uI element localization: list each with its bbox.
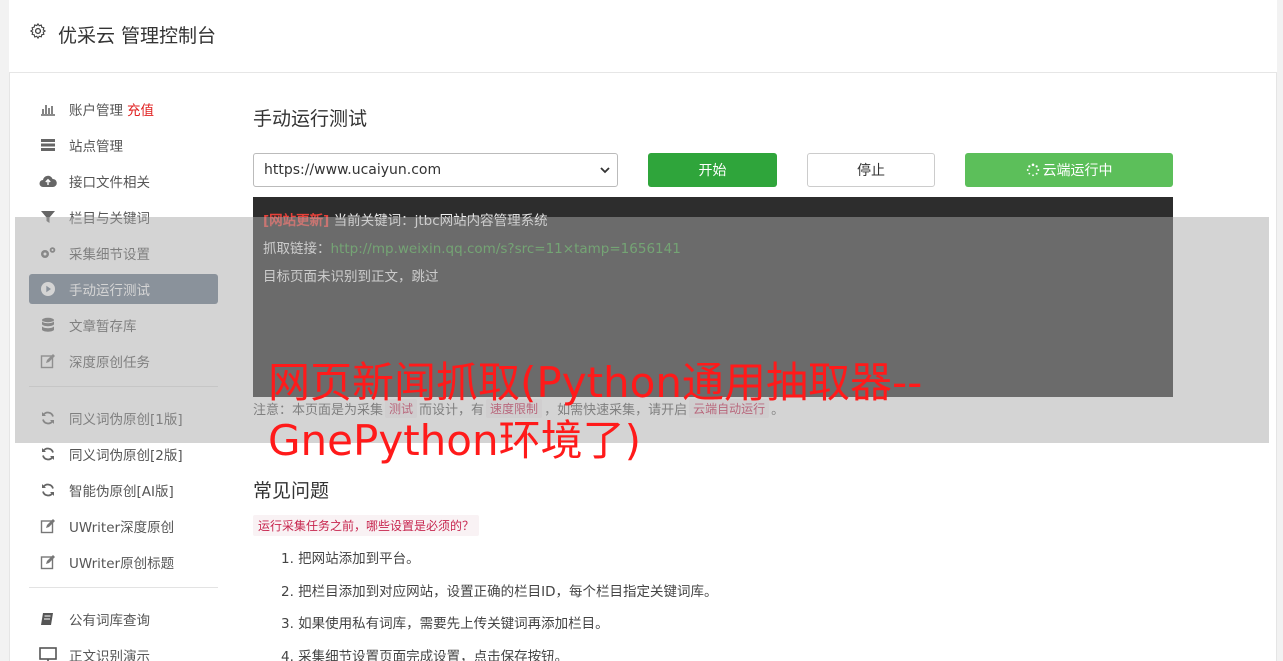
start-button[interactable]: 开始 <box>648 153 777 187</box>
sidebar-item-label: 智能伪原创[AI版] <box>69 484 174 500</box>
sidebar-divider <box>29 587 218 588</box>
page-title: 手动运行测试 <box>253 108 368 130</box>
sidebar-item-label: 站点管理 <box>69 139 123 155</box>
cloud-run-button[interactable]: 云端运行中 <box>965 153 1173 187</box>
list-item: 1. 把网站添加到平台。 <box>281 551 420 567</box>
faq-list: 1. 把网站添加到平台。 2. 把栏目添加到对应网站，设置正确的栏目ID，每个栏… <box>281 548 718 661</box>
list-item: 3. 如果使用私有词库，需要先上传关键词再添加栏目。 <box>281 616 609 632</box>
sidebar-item-api-files[interactable]: 接口文件相关 <box>29 166 218 196</box>
book-icon <box>39 611 57 627</box>
monitor-icon <box>39 647 57 661</box>
site-url-select-value: https://www.ucaiyun.com <box>264 162 442 178</box>
gear-icon <box>29 22 47 40</box>
faq-question: 运行采集任务之前，哪些设置是必须的？ <box>253 515 480 536</box>
faq-title: 常见问题 <box>253 480 330 502</box>
bar-chart-icon <box>39 101 57 117</box>
sidebar-item-label: UWriter深度原创 <box>69 520 175 536</box>
list-item: 2. 把栏目添加到对应网站，设置正确的栏目ID，每个栏目指定关键词库。 <box>281 583 718 600</box>
sidebar-item-label: 公有词库查询 <box>69 613 150 629</box>
edit-icon <box>39 554 57 570</box>
chevron-down-icon <box>600 167 610 174</box>
sidebar-item-label: 同义词伪原创[2版] <box>69 448 183 464</box>
sidebar-item-public-lexicon[interactable]: 公有词库查询 <box>29 604 218 634</box>
sidebar-item-label: 账户管理 <box>69 103 123 119</box>
sidebar-item-uwriter-deep[interactable]: UWriter深度原创 <box>29 511 218 541</box>
sidebar-item-label: 正文识别演示 <box>69 649 150 661</box>
refresh-icon <box>39 482 57 498</box>
list-item: 4. 采集细节设置页面完成设置，点击保存按钮。 <box>281 648 569 661</box>
sidebar-item-label: UWriter原创标题 <box>69 556 175 572</box>
refresh-icon <box>39 446 57 462</box>
app-title: 优采云 管理控制台 <box>58 25 217 47</box>
site-url-select[interactable]: https://www.ucaiyun.com <box>253 153 618 187</box>
cloud-run-label: 云端运行中 <box>1042 163 1113 179</box>
spinner-icon <box>1026 163 1039 177</box>
stop-button[interactable]: 停止 <box>807 153 935 187</box>
sidebar-item-uwriter-title[interactable]: UWriter原创标题 <box>29 547 218 577</box>
recharge-link[interactable]: 充值 <box>127 99 154 119</box>
overlay-headline: 网页新闻抓取(Python通用抽取器--GnePython环境了) <box>268 358 923 465</box>
cloud-upload-icon <box>39 173 57 189</box>
edit-icon <box>39 518 57 534</box>
sidebar-item-ai-rewrite[interactable]: 智能伪原创[AI版] <box>29 475 218 505</box>
server-icon <box>39 137 57 153</box>
sidebar-item-text-recognition[interactable]: 正文识别演示 <box>29 640 218 661</box>
sidebar-item-label: 接口文件相关 <box>69 175 150 191</box>
sidebar-item-sites[interactable]: 站点管理 <box>29 130 218 160</box>
sidebar-item-synonym-v2[interactable]: 同义词伪原创[2版] <box>29 439 218 469</box>
sidebar-item-account[interactable]: 账户管理 充值 <box>29 94 218 124</box>
top-header: 优采云 管理控制台 <box>9 0 1277 73</box>
